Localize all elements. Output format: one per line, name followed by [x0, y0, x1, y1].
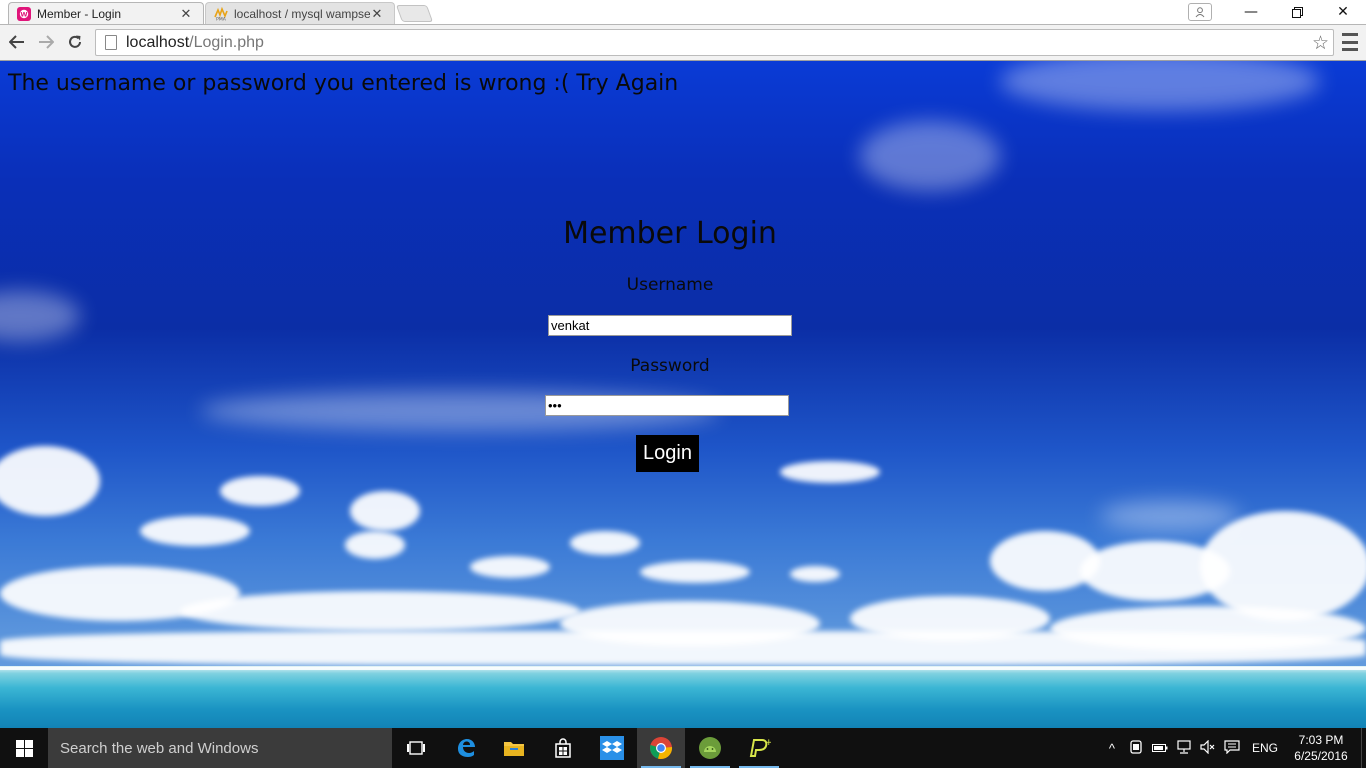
- password-label: Password: [630, 356, 710, 376]
- store-icon[interactable]: [539, 728, 587, 768]
- window-controls: — ✕: [1188, 0, 1366, 24]
- forward-arrow-icon[interactable]: [35, 31, 57, 53]
- back-arrow-icon[interactable]: [6, 31, 28, 53]
- svg-text:PMA: PMA: [216, 16, 227, 21]
- edge-browser-icon[interactable]: [442, 728, 490, 768]
- address-host: localhost: [126, 33, 190, 51]
- volume-muted-icon[interactable]: [1196, 739, 1220, 757]
- page-viewport: The username or password you entered is …: [0, 61, 1366, 728]
- file-explorer-icon[interactable]: [490, 728, 538, 768]
- browser-toolbar: localhost/Login.php ☆: [0, 24, 1366, 61]
- tab-title: Member - Login: [37, 6, 122, 21]
- profile-icon[interactable]: [1188, 3, 1212, 21]
- dropbox-icon[interactable]: [588, 728, 636, 768]
- svg-text:W: W: [20, 10, 27, 18]
- chrome-icon[interactable]: [637, 728, 685, 768]
- show-desktop-button[interactable]: [1361, 728, 1366, 768]
- action-center-icon[interactable]: [1220, 739, 1244, 757]
- close-window-icon[interactable]: ✕: [1320, 0, 1366, 24]
- chevron-up-icon[interactable]: ^: [1100, 741, 1124, 756]
- system-tray: ^ ENG 7:03 PM 6/25/2016: [1100, 728, 1366, 768]
- page-title: Member Login: [563, 216, 777, 251]
- login-error-message: The username or password you entered is …: [8, 71, 679, 96]
- task-view-icon[interactable]: [392, 728, 440, 768]
- bookmark-star-icon[interactable]: ☆: [1312, 32, 1329, 54]
- restore-icon[interactable]: [1274, 0, 1320, 24]
- tab-member-login[interactable]: W Member - Login ✕: [8, 2, 204, 24]
- windows-logo-icon: [15, 739, 33, 757]
- login-button[interactable]: Login: [636, 435, 699, 472]
- address-path: /Login.php: [189, 33, 264, 51]
- battery-icon[interactable]: [1148, 741, 1172, 756]
- new-tab-button[interactable]: [395, 5, 434, 22]
- search-placeholder: Search the web and Windows: [60, 739, 259, 757]
- language-indicator[interactable]: ENG: [1252, 741, 1278, 755]
- start-button[interactable]: [0, 728, 48, 768]
- tab-close-icon[interactable]: ✕: [370, 6, 384, 22]
- username-label: Username: [626, 275, 714, 295]
- address-bar[interactable]: localhost/Login.php ☆: [95, 29, 1334, 56]
- minimize-icon[interactable]: —: [1228, 0, 1274, 24]
- clock-time: 7:03 PM: [1298, 733, 1344, 747]
- page-icon: [105, 35, 117, 50]
- network-icon[interactable]: [1172, 739, 1196, 757]
- dropbox-tray-icon[interactable]: [1124, 739, 1148, 757]
- tab-strip: W Member - Login ✕ PMA localhost / mysql…: [0, 0, 1366, 24]
- windows-taskbar: Search the web and Windows + ^ ENG 7:03 …: [0, 728, 1366, 768]
- reload-icon[interactable]: [64, 31, 86, 53]
- tab-title: localhost / mysql wampse: [234, 6, 370, 21]
- clock[interactable]: 7:03 PM 6/25/2016: [1288, 732, 1354, 764]
- svg-text:+: +: [765, 738, 771, 748]
- taskbar-search[interactable]: Search the web and Windows: [48, 728, 392, 768]
- chrome-menu-icon[interactable]: [1342, 33, 1358, 51]
- tab-close-icon[interactable]: ✕: [179, 6, 193, 22]
- android-studio-icon[interactable]: [686, 728, 734, 768]
- pycharm-plus-icon[interactable]: +: [735, 728, 783, 768]
- phpmyadmin-favicon-icon: PMA: [214, 6, 228, 21]
- wamp-favicon-icon: W: [17, 6, 31, 21]
- tab-phpmyadmin[interactable]: PMA localhost / mysql wampse ✕: [205, 2, 395, 24]
- clock-date: 6/25/2016: [1294, 749, 1348, 763]
- username-input[interactable]: [548, 315, 792, 336]
- password-input[interactable]: [545, 395, 789, 416]
